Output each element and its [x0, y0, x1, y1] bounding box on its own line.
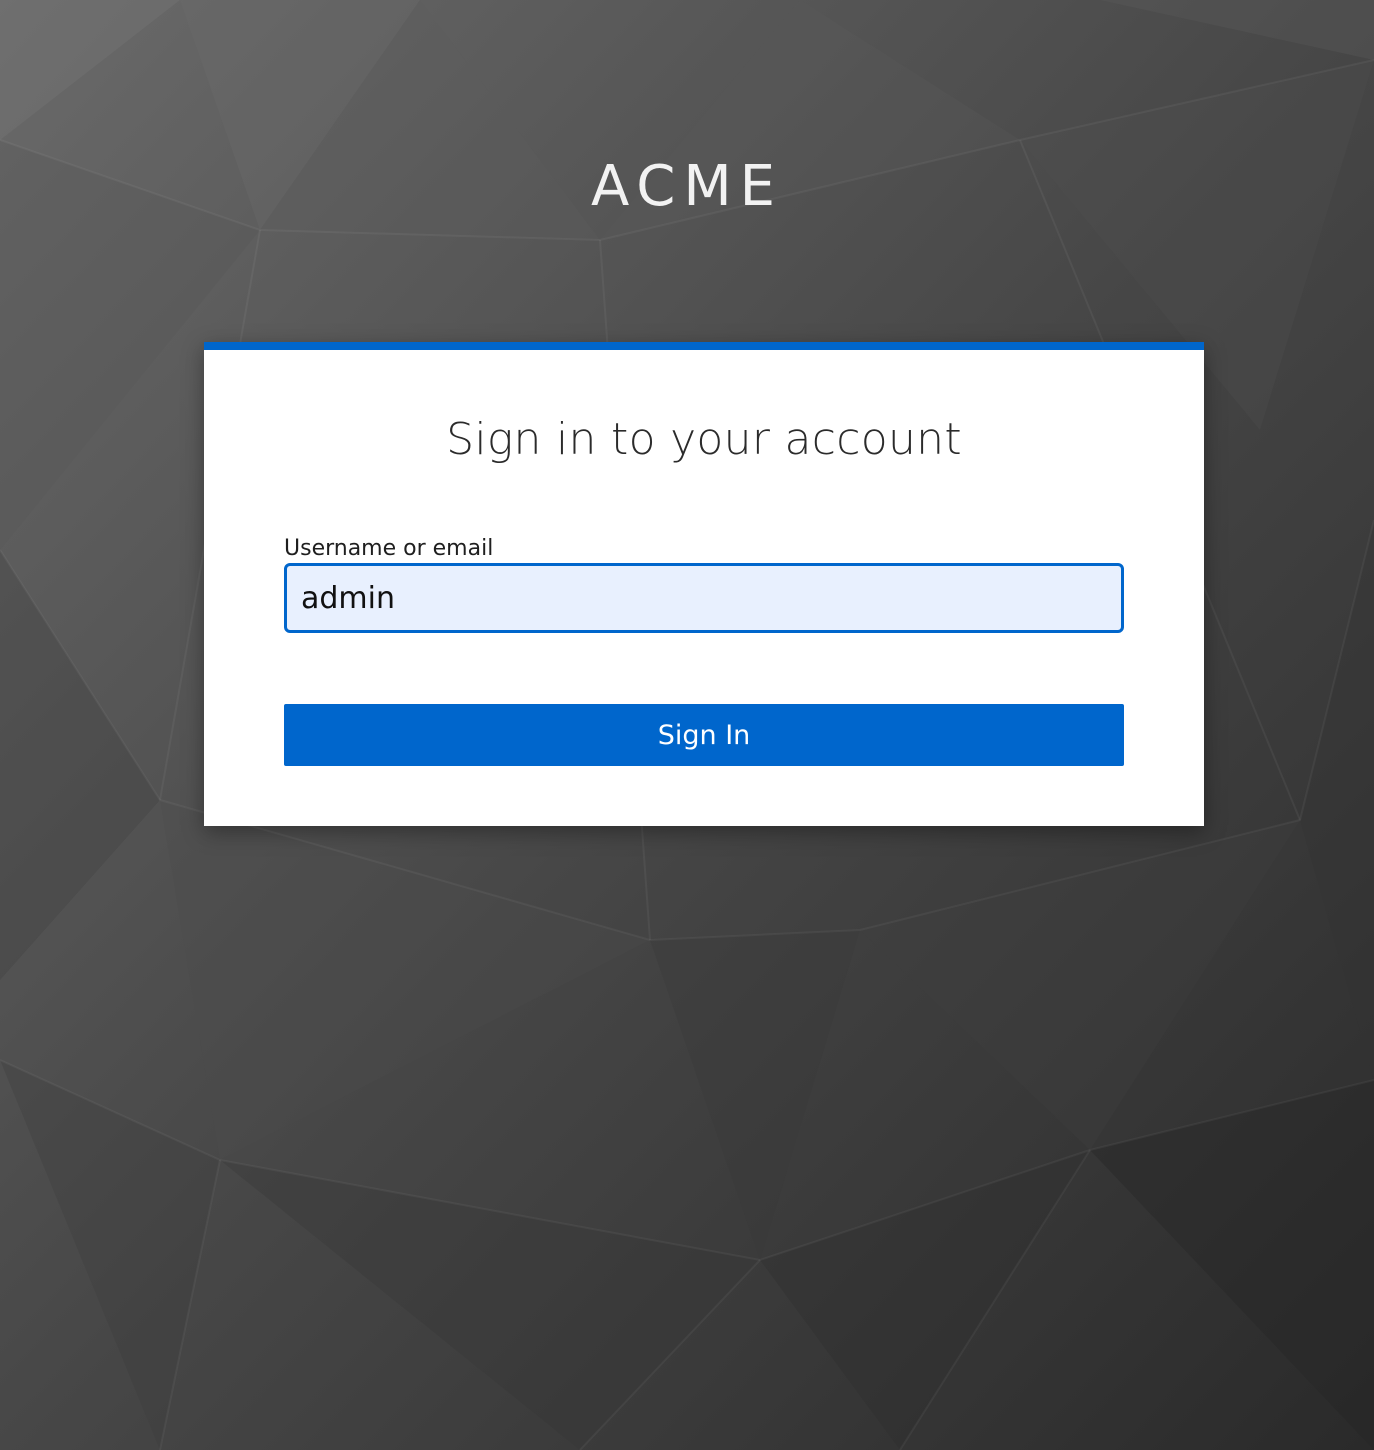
brand-logo-text: ACME	[590, 154, 784, 219]
sign-in-button[interactable]: Sign In	[284, 704, 1124, 766]
login-card: Sign in to your account Username or emai…	[204, 342, 1204, 826]
login-title: Sign in to your account	[446, 414, 962, 465]
username-label: Username or email	[284, 536, 494, 561]
username-input[interactable]	[284, 563, 1124, 633]
